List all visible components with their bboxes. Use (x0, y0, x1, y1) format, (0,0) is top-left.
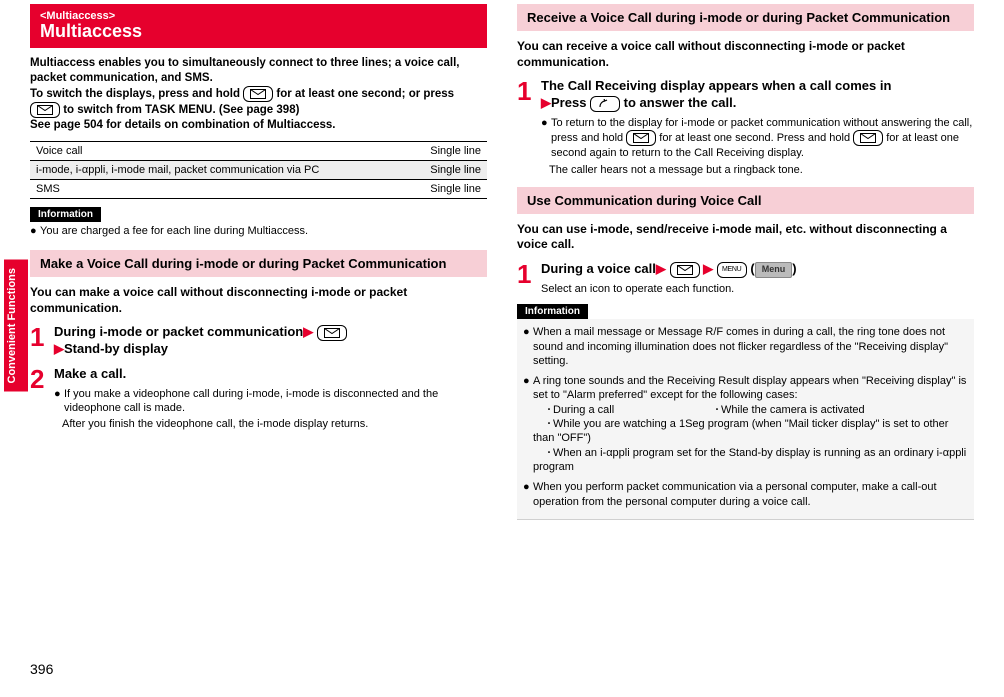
step-number: 2 (30, 366, 54, 392)
text-fragment: During a call (553, 403, 713, 417)
info-text: When you perform packet communication vi… (533, 480, 968, 509)
section-heading: Use Communication during Voice Call (517, 187, 974, 214)
step-text: Press (551, 95, 590, 110)
sub-case: ･When an i-αppli program set for the Sta… (533, 447, 966, 473)
arrow-icon: ▶ (541, 95, 551, 110)
arrow-icon: ▶ (703, 261, 713, 276)
bullet-dot-icon: ● (523, 374, 533, 474)
intro-paragraph: Multiaccess enables you to simultaneousl… (30, 56, 487, 133)
step-text: Make a call. (54, 366, 126, 381)
info-text: A ring tone sounds and the Receiving Res… (533, 374, 968, 474)
text-fragment: While the camera is activated (721, 404, 865, 416)
step-text: The Call Receiving display appears when … (541, 78, 891, 93)
sidebar-section-tab: Convenient Functions (4, 260, 28, 392)
intro-line-2c: to switch from TASK MENU. (See page 398) (63, 104, 299, 116)
main-header: <Multiaccess> Multiaccess (30, 4, 487, 48)
mail-key-icon (243, 86, 273, 102)
sub-case: ･During a call･While the camera is activ… (533, 404, 865, 416)
step-body: During a voice call▶ ▶ MENU (Menu) Selec… (541, 261, 974, 296)
intro-line-2a: To switch the displays, press and hold (30, 88, 243, 100)
arrow-icon: ▶ (656, 261, 666, 276)
mail-key-icon (670, 262, 700, 278)
step-number: 1 (517, 261, 541, 287)
bullet-dot-icon: ● (523, 480, 533, 509)
info-text: You are charged a fee for each line duri… (40, 224, 308, 238)
menu-key-icon: MENU (717, 262, 747, 278)
table-cell: i-mode, i-αppli, i-mode mail, packet com… (30, 160, 365, 179)
step-sub-item: ● If you make a videophone call during i… (54, 387, 487, 416)
section-lead: You can receive a voice call without dis… (517, 39, 974, 70)
info-text: When a mail message or Message R/F comes… (533, 325, 968, 368)
dot-icon: ･ (545, 417, 553, 431)
text-fragment: While you are watching a 1Seg program (w… (533, 418, 948, 444)
page-number: 396 (30, 661, 53, 677)
call-key-icon (590, 96, 620, 112)
step-sub-text: To return to the display for i-mode or p… (551, 116, 974, 161)
mail-key-icon (30, 102, 60, 118)
information-block: Information ● When a mail message or Mes… (517, 304, 974, 520)
bullet-dot-icon: ● (54, 387, 64, 416)
text-fragment: A ring tone sounds and the Receiving Res… (533, 375, 966, 401)
step-body: The Call Receiving display appears when … (541, 78, 974, 177)
table-cell: SMS (30, 179, 365, 198)
dot-icon: ･ (545, 446, 553, 460)
bullet-dot-icon: ● (523, 325, 533, 368)
step-body: Make a call. ● If you make a videophone … (54, 366, 487, 432)
info-item: ● A ring tone sounds and the Receiving R… (523, 374, 968, 474)
right-column: Receive a Voice Call during i-mode or du… (517, 4, 974, 532)
text-fragment: When an i-αppli program set for the Stan… (533, 447, 966, 473)
step-sub-text: Select an icon to operate each function. (541, 282, 974, 296)
step-sub-text: After you finish the videophone call, th… (54, 417, 487, 431)
intro-line-3: See page 504 for details on combination … (30, 119, 335, 131)
step-1: 1 During a voice call▶ ▶ MENU (Menu) Sel… (517, 261, 974, 296)
table-row: SMS Single line (30, 179, 487, 198)
left-column: <Multiaccess> Multiaccess Multiaccess en… (30, 4, 487, 532)
header-title: Multiaccess (40, 22, 477, 42)
step-sub-text: The caller hears not a message but a rin… (541, 163, 974, 177)
information-label: Information (517, 304, 588, 319)
section-heading: Receive a Voice Call during i-mode or du… (517, 4, 974, 31)
section-heading: Make a Voice Call during i-mode or durin… (30, 250, 487, 277)
step-body: During i-mode or packet communication▶ ▶… (54, 324, 487, 358)
table-cell: Voice call (30, 141, 365, 160)
section-lead: You can make a voice call without discon… (30, 285, 487, 316)
information-block: Information ● You are charged a fee for … (30, 207, 487, 238)
line-table: Voice call Single line i-mode, i-αppli, … (30, 141, 487, 199)
mail-key-icon (853, 130, 883, 146)
table-cell: Single line (365, 160, 487, 179)
step-text: During a voice call (541, 261, 656, 276)
menu-softkey-icon: Menu (755, 262, 793, 278)
arrow-icon: ▶ (303, 324, 313, 339)
intro-line-2b: for at least one second; or press (276, 88, 454, 100)
step-2: 2 Make a call. ● If you make a videophon… (30, 366, 487, 432)
info-item: ● When you perform packet communication … (523, 480, 968, 509)
table-cell: Single line (365, 179, 487, 198)
step-sub-text: If you make a videophone call during i-m… (64, 387, 487, 416)
table-row: Voice call Single line (30, 141, 487, 160)
bullet-dot-icon: ● (30, 224, 40, 238)
step-1: 1 The Call Receiving display appears whe… (517, 78, 974, 177)
intro-line-1: Multiaccess enables you to simultaneousl… (30, 57, 459, 84)
step-1: 1 During i-mode or packet communication▶… (30, 324, 487, 358)
step-number: 1 (517, 78, 541, 104)
table-row: i-mode, i-αppli, i-mode mail, packet com… (30, 160, 487, 179)
dot-icon: ･ (713, 403, 721, 417)
mail-key-icon (626, 130, 656, 146)
dot-icon: ･ (545, 403, 553, 417)
information-label: Information (30, 207, 101, 222)
bullet-dot-icon: ● (541, 116, 551, 161)
step-text: During i-mode or packet communication (54, 324, 303, 339)
step-number: 1 (30, 324, 54, 350)
section-lead: You can use i-mode, send/receive i-mode … (517, 222, 974, 253)
sub-case: ･While you are watching a 1Seg program (… (533, 418, 948, 444)
arrow-icon: ▶ (54, 341, 64, 356)
step-text: Stand-by display (64, 341, 168, 356)
step-sub-item: ● To return to the display for i-mode or… (541, 116, 974, 161)
info-item: ● You are charged a fee for each line du… (30, 224, 487, 238)
info-item: ● When a mail message or Message R/F com… (523, 325, 968, 368)
text-fragment: for at least one second. Press and hold (659, 132, 853, 144)
mail-key-icon (317, 325, 347, 341)
table-cell: Single line (365, 141, 487, 160)
step-text: to answer the call. (624, 95, 737, 110)
